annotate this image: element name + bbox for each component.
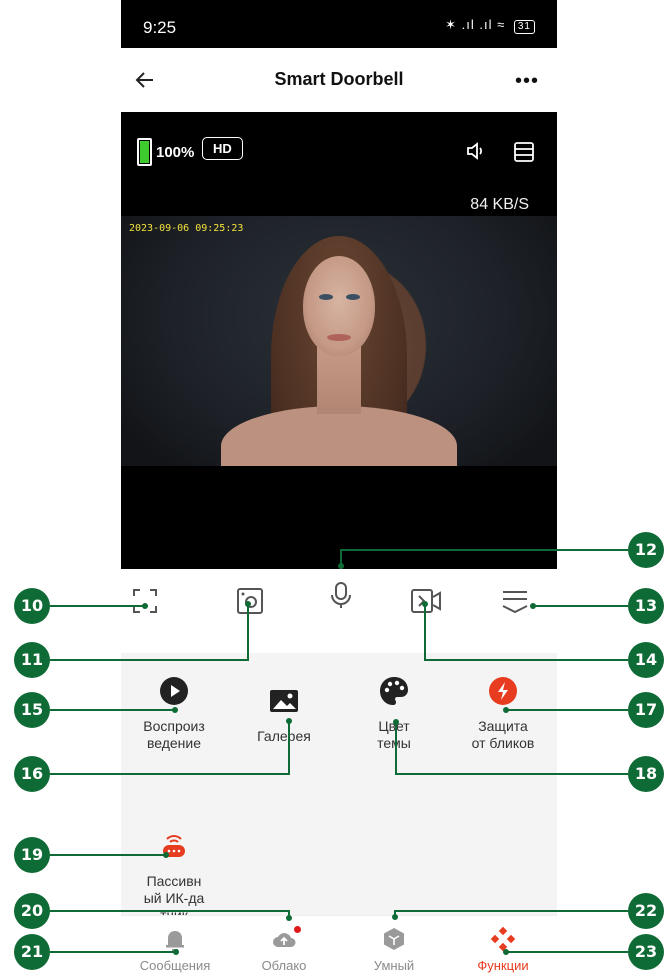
- callout-lines: [50, 549, 628, 955]
- callout-badge: 21: [14, 934, 50, 970]
- callout-badge: 10: [14, 588, 50, 624]
- callout-badge: 17: [628, 692, 664, 728]
- callout-badge: 14: [628, 642, 664, 678]
- callout-badge: 19: [14, 837, 50, 873]
- callout-badge: 15: [14, 692, 50, 728]
- callout-badge: 11: [14, 642, 50, 678]
- callout-badge: 13: [628, 588, 664, 624]
- callout-badge: 18: [628, 756, 664, 792]
- callout-badge: 16: [14, 756, 50, 792]
- callout-badge: 22: [628, 893, 664, 929]
- callout-badge: 23: [628, 934, 664, 970]
- callout-badge: 20: [14, 893, 50, 929]
- callout-badge: 12: [628, 532, 664, 568]
